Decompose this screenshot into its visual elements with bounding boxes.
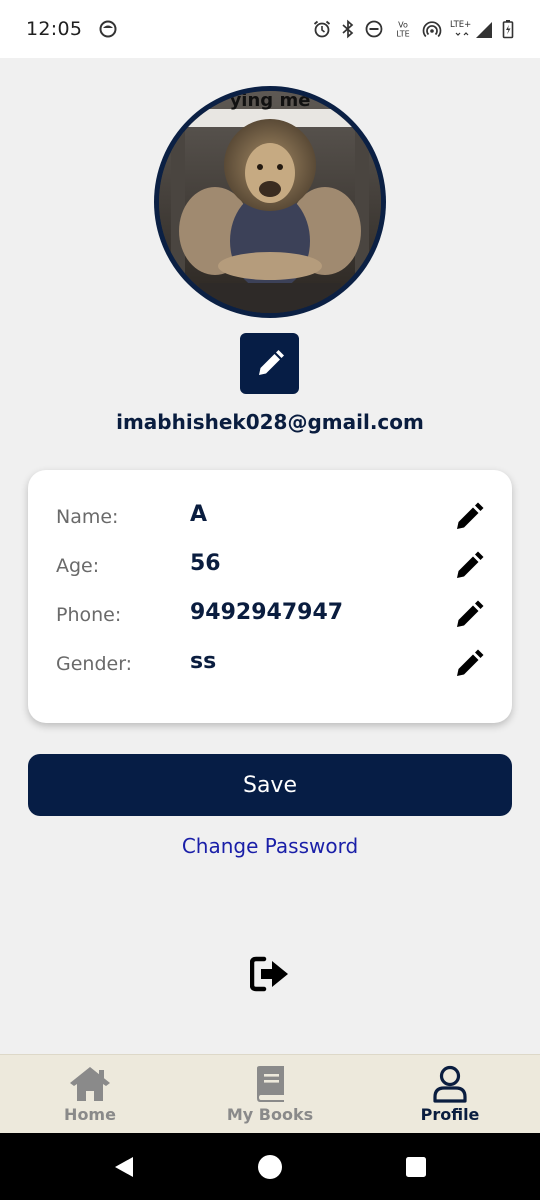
- app-notification-icon: [99, 20, 117, 38]
- user-icon: [433, 1065, 467, 1103]
- field-value: ss: [190, 649, 217, 674]
- home-button-icon[interactable]: [257, 1154, 283, 1180]
- svg-text:LTE+: LTE+: [450, 20, 471, 30]
- edit-phone-icon[interactable]: [455, 599, 485, 629]
- lte-signal-icon: LTE+: [450, 20, 492, 38]
- field-row-gender: Gender: ss: [28, 643, 512, 683]
- edit-photo-button[interactable]: [240, 333, 299, 394]
- status-bar: 12:05 Vo LTE LTE+: [0, 0, 540, 58]
- nav-profile[interactable]: Profile: [360, 1055, 540, 1134]
- hotspot-icon: [422, 21, 442, 38]
- nav-my-books-label: My Books: [226, 1105, 314, 1124]
- lion-picture: ying me: [159, 91, 381, 313]
- nav-home[interactable]: Home: [0, 1055, 180, 1134]
- edit-age-icon[interactable]: [455, 550, 485, 580]
- home-icon: [70, 1067, 110, 1101]
- edit-gender-icon[interactable]: [455, 648, 485, 678]
- edit-name-icon[interactable]: [455, 501, 485, 531]
- profile-avatar: ying me: [154, 86, 386, 318]
- status-icons: Vo LTE LTE+: [312, 18, 514, 40]
- field-label: Age:: [56, 555, 100, 577]
- nav-home-label: Home: [64, 1105, 116, 1124]
- field-value: A: [190, 502, 208, 527]
- system-navigation-bar: [0, 1133, 540, 1200]
- volte-icon: Vo LTE: [396, 21, 409, 39]
- alarm-icon: [313, 20, 331, 38]
- profile-details-card: Name: A Age: 56 Phone: 9492947947 Gender…: [28, 470, 512, 723]
- field-label: Phone:: [56, 604, 122, 626]
- avatar-image: ying me: [159, 91, 381, 313]
- field-label: Name:: [56, 506, 119, 528]
- do-not-disturb-icon: [365, 20, 383, 38]
- bluetooth-icon: [342, 19, 354, 39]
- field-label: Gender:: [56, 653, 133, 675]
- avatar-banner-text: ying me: [230, 91, 311, 111]
- field-row-age: Age: 56: [28, 545, 512, 585]
- back-icon[interactable]: [112, 1155, 136, 1179]
- logout-icon[interactable]: [250, 956, 290, 992]
- nav-my-books[interactable]: My Books: [180, 1055, 360, 1134]
- battery-icon: [502, 20, 514, 39]
- user-email: imabhishek028@gmail.com: [116, 410, 424, 434]
- save-button[interactable]: Save: [28, 754, 512, 816]
- field-row-phone: Phone: 9492947947: [28, 594, 512, 634]
- bottom-navigation: Home My Books Profile: [0, 1054, 540, 1134]
- pencil-icon: [258, 349, 284, 375]
- field-row-name: Name: A: [28, 496, 512, 536]
- svg-text:LTE: LTE: [396, 30, 409, 39]
- book-icon: [257, 1066, 284, 1102]
- change-password-link[interactable]: Change Password: [0, 834, 540, 858]
- recents-icon[interactable]: [404, 1155, 428, 1179]
- nav-profile-label: Profile: [420, 1105, 480, 1124]
- status-time: 12:05: [26, 18, 83, 40]
- svg-text:Vo: Vo: [398, 21, 408, 30]
- field-value: 9492947947: [190, 600, 344, 625]
- field-value: 56: [190, 551, 221, 576]
